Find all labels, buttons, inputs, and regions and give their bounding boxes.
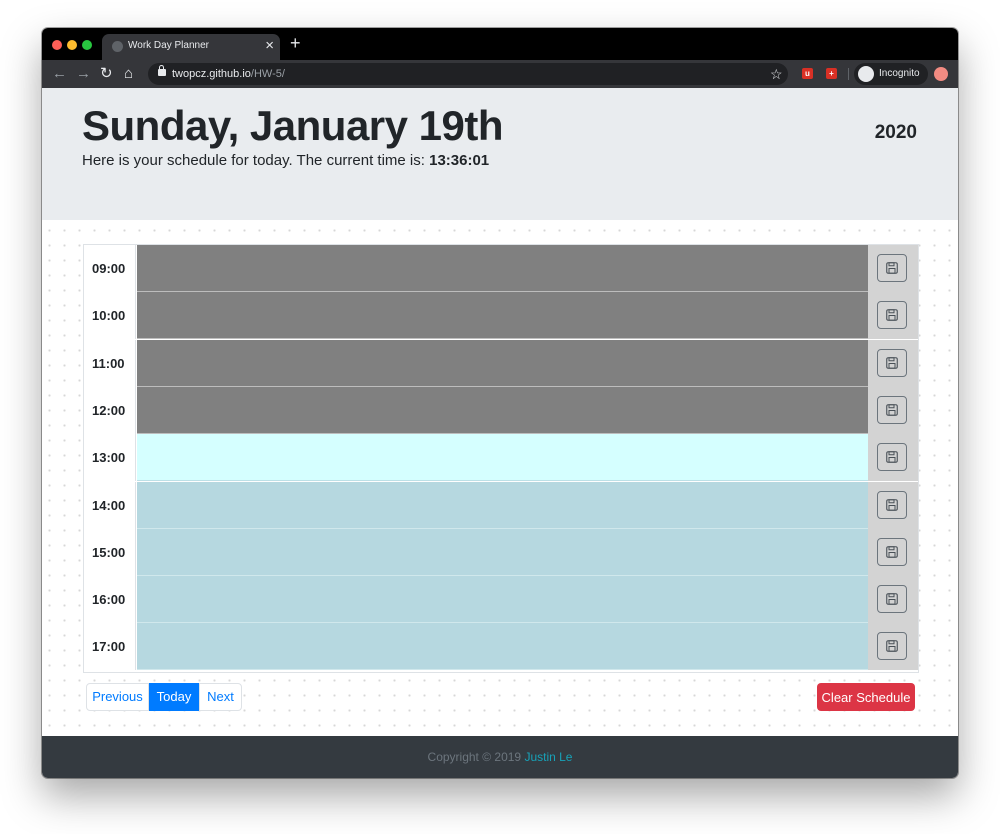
header-jumbotron: Sunday, January 19th 2020 Here is your s… [42, 88, 958, 220]
tab-strip: Work Day Planner × + [42, 28, 958, 60]
hour-label: 13:00 [84, 434, 136, 481]
save-cell [868, 245, 918, 292]
address-bar[interactable]: twopcz.github.io/HW-5/ [148, 63, 788, 85]
time-block-row: 11:00 [84, 340, 918, 387]
tab-title: Work Day Planner [128, 40, 209, 51]
incognito-label: Incognito [879, 68, 920, 79]
lock-icon [158, 65, 166, 77]
url-path: /HW-5/ [250, 68, 285, 80]
time-block-row: 12:00 [84, 387, 918, 434]
incognito-icon [858, 66, 874, 82]
time-block-row: 14:00 [84, 482, 918, 529]
browser-tab[interactable]: Work Day Planner × [102, 34, 280, 60]
page-footer: Copyright © 2019 Justin Le [42, 736, 958, 778]
time-block-row: 16:00 [84, 576, 918, 623]
task-input[interactable] [137, 292, 868, 339]
save-cell [868, 340, 918, 387]
floppy-disk-icon [886, 451, 898, 463]
floppy-disk-icon [886, 357, 898, 369]
time-block-row: 13:00 [84, 434, 918, 481]
save-cell [868, 623, 918, 670]
save-button[interactable] [877, 254, 907, 282]
hour-label: 09:00 [84, 245, 136, 292]
url-text: twopcz.github.io/HW-5/ [172, 68, 285, 80]
task-input[interactable] [137, 529, 868, 576]
hour-label: 14:00 [84, 482, 136, 529]
save-cell [868, 292, 918, 339]
hour-label: 17:00 [84, 623, 136, 670]
save-cell [868, 482, 918, 529]
save-button[interactable] [877, 443, 907, 471]
previous-day-button[interactable]: Previous [86, 683, 149, 711]
save-cell [868, 529, 918, 576]
page-title: Sunday, January 19th [82, 102, 504, 149]
back-arrow-icon[interactable]: ← [52, 64, 67, 84]
author-link[interactable]: Justin Le [524, 750, 572, 764]
plus-extension-icon[interactable]: + [826, 68, 837, 79]
next-day-button[interactable]: Next [199, 683, 242, 711]
today-button[interactable]: Today [149, 683, 199, 711]
save-button[interactable] [877, 632, 907, 660]
save-button[interactable] [877, 301, 907, 329]
close-window-button[interactable] [52, 40, 62, 50]
schedule-table: 09:00 10:00 11:00 12:00 13:00 14:00 15:00 16:00… [83, 244, 919, 673]
forward-arrow-icon[interactable]: → [76, 64, 91, 84]
save-button[interactable] [877, 491, 907, 519]
hour-label: 11:00 [84, 340, 136, 387]
hour-label: 15:00 [84, 529, 136, 576]
task-input[interactable] [137, 623, 868, 670]
page-content: Sunday, January 19th 2020 Here is your s… [42, 88, 958, 778]
save-button[interactable] [877, 349, 907, 377]
browser-window: Work Day Planner × + ← → ↻ ⌂ twopcz.gith… [42, 28, 958, 778]
lead-sentence: Here is your schedule for today. The cur… [82, 152, 430, 169]
save-cell [868, 387, 918, 434]
floppy-disk-icon [886, 546, 898, 558]
save-button[interactable] [877, 538, 907, 566]
profile-avatar-icon[interactable] [934, 67, 948, 81]
lead-text: Here is your schedule for today. The cur… [82, 152, 489, 169]
floppy-disk-icon [886, 404, 898, 416]
clear-schedule-button[interactable]: Clear Schedule [817, 683, 915, 711]
hour-label: 12:00 [84, 387, 136, 434]
incognito-indicator[interactable]: Incognito [854, 63, 928, 85]
bookmark-star-icon[interactable]: ☆ [770, 64, 783, 84]
task-input[interactable] [137, 387, 868, 434]
time-block-row: 10:00 [84, 292, 918, 339]
globe-icon [112, 41, 123, 52]
floppy-disk-icon [886, 309, 898, 321]
current-time: 13:36:01 [429, 152, 490, 169]
save-cell [868, 434, 918, 481]
task-input[interactable] [137, 434, 868, 481]
maximize-window-button[interactable] [82, 40, 92, 50]
hour-label: 16:00 [84, 576, 136, 623]
toolbar-divider [848, 68, 849, 80]
copyright-text: Copyright © 2019 [427, 750, 525, 764]
floppy-disk-icon [886, 593, 898, 605]
new-tab-icon[interactable]: + [290, 33, 301, 53]
year-label: 2020 [874, 122, 917, 143]
close-tab-icon[interactable]: × [265, 37, 274, 55]
task-input[interactable] [137, 482, 868, 529]
floppy-disk-icon [886, 640, 898, 652]
task-input[interactable] [137, 340, 868, 387]
save-button[interactable] [877, 585, 907, 613]
time-block-row: 15:00 [84, 529, 918, 576]
floppy-disk-icon [886, 262, 898, 274]
ublock-extension-icon[interactable]: u [802, 68, 813, 79]
floppy-disk-icon [886, 499, 898, 511]
task-input[interactable] [137, 245, 868, 292]
minimize-window-button[interactable] [67, 40, 77, 50]
task-input[interactable] [137, 576, 868, 623]
hour-label: 10:00 [84, 292, 136, 339]
reload-icon[interactable]: ↻ [100, 64, 113, 84]
url-host: twopcz.github.io [172, 68, 251, 80]
time-block-row: 17:00 [84, 623, 918, 670]
home-icon[interactable]: ⌂ [124, 64, 133, 84]
save-button[interactable] [877, 396, 907, 424]
time-block-row: 09:00 [84, 245, 918, 292]
browser-toolbar: ← → ↻ ⌂ twopcz.github.io/HW-5/ ☆ u + Inc… [42, 60, 958, 88]
save-cell [868, 576, 918, 623]
